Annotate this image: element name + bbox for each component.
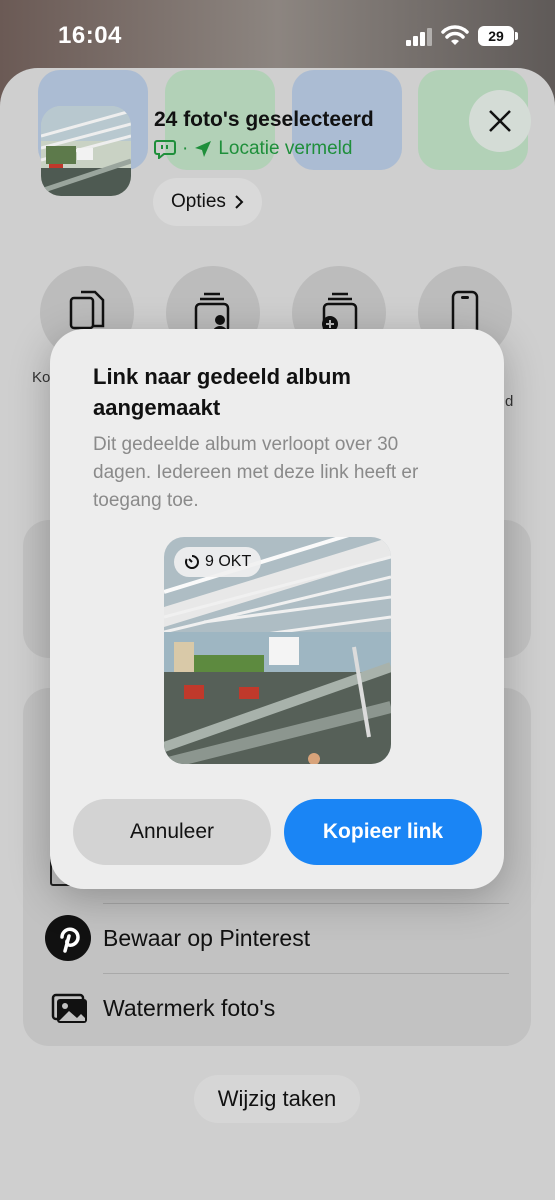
close-icon [489,110,511,132]
row-divider [103,903,509,904]
row-label: Bewaar op Pinterest [103,925,311,951]
dialog-title: Link naar gedeeld album aangemaakt [93,364,351,420]
status-time: 16:04 [58,22,122,49]
battery-indicator: 29 [478,26,518,46]
selection-count-title: 24 foto's geselecteerd [154,108,374,131]
options-button[interactable]: Opties [153,178,262,226]
copy-link-button[interactable]: Kopieer link [284,799,482,865]
chevron-right-icon [235,195,244,209]
expiry-badge: 9 OKT [174,547,262,577]
edit-actions-button[interactable]: Wijzig taken [194,1075,360,1123]
options-label: Opties [171,191,226,212]
expiry-date: 9 OKT [205,553,252,570]
close-button[interactable] [469,90,531,152]
selection-thumbnail [41,106,131,196]
row-divider [103,973,509,974]
photos-stack-icon [51,993,87,1023]
wifi-icon [441,25,469,45]
dialog-message: Dit gedeelde album verloopt over 30 dage… [93,434,419,511]
location-label: Locatie vermeld [218,138,353,159]
pinterest-icon [45,915,91,961]
subtitle-separator: · [182,138,189,159]
cancel-button[interactable]: Annuleer [73,799,271,865]
action-label-device-fragment: d [505,393,514,410]
album-cover-photo: 9 OKT [164,537,391,764]
timer-icon [185,555,199,569]
action-label-copy-fragment: Ko [32,369,51,386]
shared-album-dialog: Link naar gedeeld album aangemaakt Dit g… [50,329,504,889]
row-label: Watermerk foto's [103,995,276,1021]
status-bar: 16:04 29 [0,0,555,70]
location-arrow-icon [195,141,212,157]
selection-subtitle: · Locatie vermeld [154,138,352,160]
list-item-watermark[interactable]: Watermerk foto's [23,973,531,1043]
list-item-pinterest[interactable]: Bewaar op Pinterest [23,903,531,973]
caption-bubble-icon [154,140,176,159]
cellular-signal-icon [406,28,432,46]
